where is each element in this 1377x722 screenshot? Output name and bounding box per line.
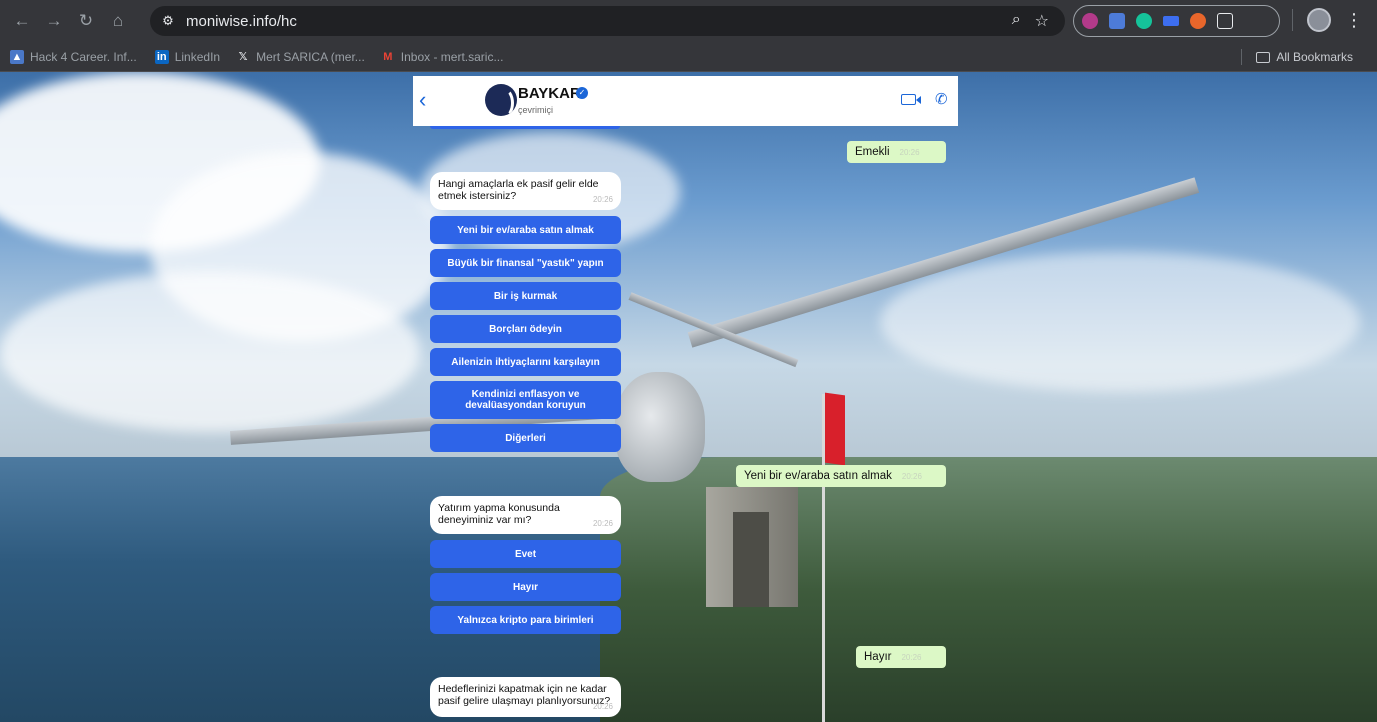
- translate-extension-icon[interactable]: [1109, 13, 1125, 29]
- orange-extension-icon[interactable]: [1190, 13, 1206, 29]
- outgoing-message: Emekli 20:26: [847, 141, 946, 163]
- linkedin-icon: in: [154, 49, 169, 64]
- adblock-extension-icon[interactable]: [1082, 13, 1098, 29]
- zoom-icon[interactable]: ⌕: [1012, 11, 1021, 31]
- bookmark-label: Mert SARICA (mer...: [256, 49, 365, 64]
- toolbar-divider: [1292, 9, 1293, 31]
- option-button[interactable]: Yeni bir ev/araba satın almak: [430, 216, 621, 244]
- option-button[interactable]: Evet: [430, 540, 621, 568]
- option-button[interactable]: Yalnızca kripto para birimleri: [430, 606, 621, 634]
- bookmarks-bar: ▲ Hack 4 Career. Inf... in LinkedIn 𝕏 Me…: [0, 42, 1377, 72]
- drone-tail-boom: [628, 292, 799, 368]
- message-text: Hangi amaçlarla ek pasif gelir elde etme…: [438, 178, 599, 202]
- all-bookmarks[interactable]: All Bookmarks: [1241, 49, 1353, 65]
- phone-call-icon[interactable]: ✆: [935, 90, 951, 108]
- message-time: 20:26: [592, 702, 613, 711]
- video-call-icon[interactable]: [901, 94, 921, 105]
- chat-header: ‹ BAYKAR ✓ çevrimiçi ✆: [413, 76, 958, 126]
- chevron-left-icon[interactable]: ‹: [419, 89, 435, 113]
- background-cloud: [880, 252, 1360, 392]
- message-time: 20:26: [899, 147, 920, 157]
- incoming-message: Hedeflerinizi kapatmak için ne kadar pas…: [430, 677, 621, 717]
- grammarly-extension-icon[interactable]: [1136, 13, 1152, 29]
- message-text: Hedeflerinizi kapatmak için ne kadar pas…: [438, 683, 611, 707]
- bookmark-gmail[interactable]: M Inbox - mert.saric...: [381, 49, 504, 64]
- option-button[interactable]: Borçları ödeyin: [430, 315, 621, 343]
- bookmark-label: Inbox - mert.saric...: [400, 49, 504, 64]
- extensions-group: [1073, 5, 1280, 37]
- forward-arrow-icon[interactable]: →: [40, 7, 68, 35]
- tab-extension-icon[interactable]: [1163, 16, 1179, 26]
- verified-badge-icon: ✓: [576, 87, 588, 99]
- bookmark-x[interactable]: 𝕏 Mert SARICA (mer...: [236, 50, 365, 64]
- background-flag: [825, 392, 845, 466]
- home-icon[interactable]: ⌂: [104, 7, 132, 35]
- bookmark-star-icon[interactable]: ☆: [1035, 11, 1049, 31]
- profile-avatar-icon[interactable]: [1307, 8, 1331, 32]
- background-monument-gap: [733, 512, 769, 607]
- bookmark-label: LinkedIn: [174, 49, 221, 64]
- bookmarks-divider: [1241, 49, 1243, 65]
- message-time: 20:26: [901, 652, 922, 662]
- message-text: Yatırım yapma konusunda deneyiminiz var …: [438, 502, 560, 526]
- drone-fuselage: [615, 372, 705, 482]
- message-text: Hayır: [864, 651, 892, 663]
- hack4career-icon: ▲: [10, 49, 24, 64]
- back-arrow-icon[interactable]: ←: [8, 7, 36, 35]
- option-button[interactable]: Diğerleri: [430, 424, 621, 452]
- bookmark-label: Hack 4 Career. Inf...: [30, 49, 137, 64]
- incoming-message: Yatırım yapma konusunda deneyiminiz var …: [430, 496, 621, 534]
- message-time: 20:26: [592, 195, 613, 204]
- url-text[interactable]: moniwise.info/hc: [186, 13, 297, 30]
- bookmark-linkedin[interactable]: in LinkedIn: [154, 49, 221, 64]
- outgoing-message: Hayır 20:26: [856, 646, 946, 668]
- message-text: Emekli: [855, 146, 890, 158]
- background-cloud: [0, 272, 420, 432]
- browser-toolbar: ← → ↻ ⌂ ⚙ moniwise.info/hc ⌕ ☆ ⋮: [0, 0, 1377, 42]
- option-button[interactable]: Kendinizi enflasyon ve devalüasyondan ko…: [430, 381, 621, 419]
- folder-icon: [1256, 51, 1271, 63]
- brand-name: BAYKAR: [518, 85, 581, 102]
- page-content: ‹ BAYKAR ✓ çevrimiçi ✆ Emekli 20:26 Hang…: [0, 72, 1377, 722]
- online-status: çevrimiçi: [518, 105, 553, 115]
- message-text: Yeni bir ev/araba satın almak: [744, 470, 892, 482]
- message-time: 20:26: [901, 471, 922, 481]
- reload-icon[interactable]: ↻: [72, 7, 100, 35]
- x-icon: 𝕏: [238, 51, 248, 63]
- bookmark-hack4career[interactable]: ▲ Hack 4 Career. Inf...: [10, 49, 137, 64]
- option-button[interactable]: Ailenizin ihtiyaçlarını karşılayın: [430, 348, 621, 376]
- address-bar[interactable]: ⚙ moniwise.info/hc ⌕ ☆: [150, 6, 1065, 36]
- menu-kebab-icon[interactable]: ⋮: [1345, 11, 1363, 29]
- option-button[interactable]: Büyük bir finansal "yastık" yapın: [430, 249, 621, 277]
- message-time: 20:26: [592, 519, 613, 528]
- puzzle-extensions-icon[interactable]: [1217, 13, 1233, 29]
- outgoing-message: Yeni bir ev/araba satın almak 20:26: [736, 465, 946, 487]
- site-settings-icon[interactable]: ⚙: [158, 11, 178, 31]
- incoming-message: Hangi amaçlarla ek pasif gelir elde etme…: [430, 172, 621, 210]
- baykar-logo-icon: [485, 84, 517, 116]
- scrolled-button-edge: [430, 126, 620, 129]
- option-button[interactable]: Bir iş kurmak: [430, 282, 621, 310]
- all-bookmarks-label: All Bookmarks: [1276, 50, 1353, 64]
- gmail-icon: M: [383, 50, 393, 63]
- option-button[interactable]: Hayır: [430, 573, 621, 601]
